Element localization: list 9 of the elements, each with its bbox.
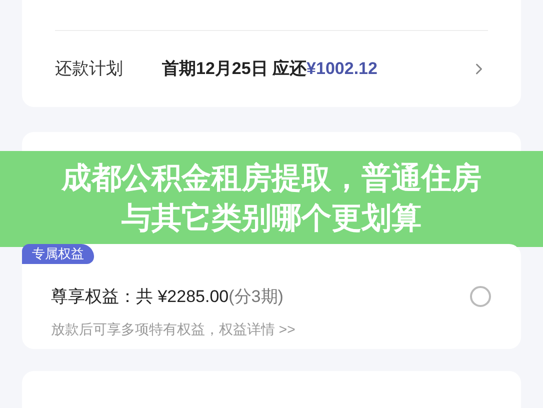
banner-title: 成都公积金租房提取，普通住房与其它类别哪个更划算 [60, 160, 482, 237]
benefit-badge: 专属权益 [22, 244, 94, 264]
repayment-amount: ¥1002.12 [306, 58, 378, 80]
repayment-row[interactable]: 还款计划 首期12月25日 应还¥1002.12 [55, 31, 488, 107]
radio-button[interactable] [470, 286, 491, 307]
benefit-title: 尊享权益：共 ¥2285.00 [51, 286, 229, 308]
repayment-label: 还款计划 [55, 58, 124, 80]
installments-text: (分3期) [228, 286, 284, 308]
repayment-value: 首期12月25日 应还 [162, 58, 307, 80]
